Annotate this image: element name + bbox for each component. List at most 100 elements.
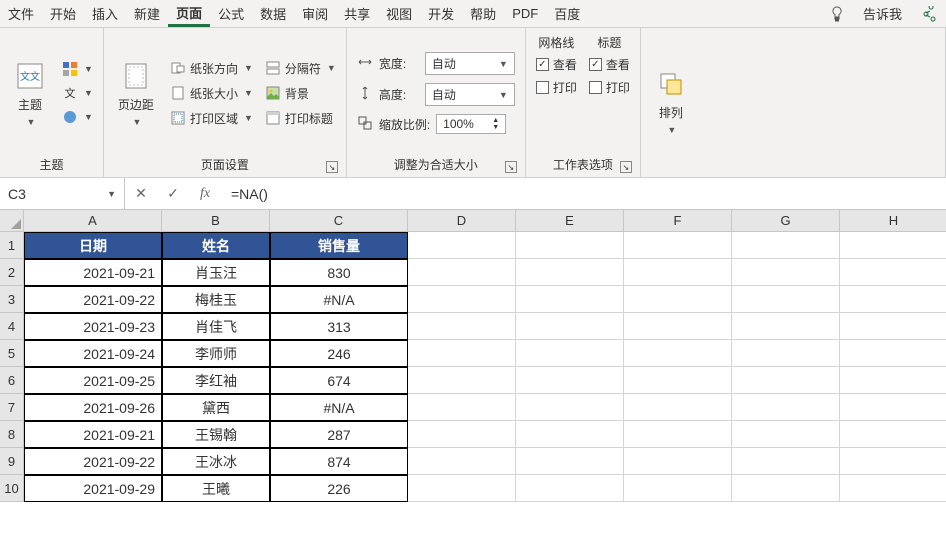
cell[interactable]: 王锡翰 (162, 421, 270, 448)
scale-spinner[interactable]: 100%▲▼ (436, 114, 506, 134)
menu-baidu[interactable]: 百度 (546, 0, 588, 27)
cell[interactable]: 2021-09-22 (24, 448, 162, 475)
menu-data[interactable]: 数据 (252, 0, 294, 27)
colors-button[interactable]: ▼ (58, 59, 97, 79)
cell[interactable]: 2021-09-23 (24, 313, 162, 340)
menu-developer[interactable]: 开发 (420, 0, 462, 27)
select-all-corner[interactable] (0, 210, 24, 232)
cell[interactable] (732, 286, 840, 313)
headings-view-checkbox[interactable]: ✓查看 (585, 53, 634, 76)
row-header[interactable]: 6 (0, 367, 24, 394)
cell[interactable] (624, 286, 732, 313)
cell[interactable] (732, 475, 840, 502)
menu-view[interactable]: 视图 (378, 0, 420, 27)
cell[interactable] (624, 340, 732, 367)
column-header[interactable]: F (624, 210, 732, 232)
size-button[interactable]: 纸张大小▼ (166, 83, 257, 104)
menu-help[interactable]: 帮助 (462, 0, 504, 27)
cell[interactable]: 销售量 (270, 232, 408, 259)
row-header[interactable]: 10 (0, 475, 24, 502)
row-header[interactable]: 8 (0, 421, 24, 448)
cell[interactable]: 王曦 (162, 475, 270, 502)
cell[interactable]: 313 (270, 313, 408, 340)
cell[interactable]: 李师师 (162, 340, 270, 367)
cell[interactable] (732, 367, 840, 394)
cell[interactable] (516, 313, 624, 340)
cell[interactable] (840, 232, 946, 259)
cell[interactable] (840, 340, 946, 367)
row-header[interactable]: 2 (0, 259, 24, 286)
cell[interactable]: #N/A (270, 394, 408, 421)
cell[interactable] (408, 259, 516, 286)
dialog-launcher-icon[interactable]: ↘ (326, 161, 338, 173)
cell[interactable]: 674 (270, 367, 408, 394)
cell[interactable] (408, 475, 516, 502)
row-header[interactable]: 1 (0, 232, 24, 259)
confirm-formula-button[interactable]: ✓ (157, 178, 189, 209)
cell[interactable] (624, 313, 732, 340)
cell[interactable] (840, 259, 946, 286)
cell[interactable] (624, 259, 732, 286)
cell[interactable] (732, 421, 840, 448)
cell[interactable] (408, 394, 516, 421)
cell[interactable] (408, 421, 516, 448)
insert-function-button[interactable]: fx (189, 178, 221, 209)
cell[interactable] (732, 259, 840, 286)
menu-page-layout[interactable]: 页面 (168, 0, 210, 27)
cell[interactable] (840, 367, 946, 394)
cell[interactable] (732, 232, 840, 259)
row-header[interactable]: 9 (0, 448, 24, 475)
cell[interactable] (408, 313, 516, 340)
margins-button[interactable]: 页边距 ▼ (110, 32, 162, 154)
cell[interactable]: 姓名 (162, 232, 270, 259)
column-header[interactable]: E (516, 210, 624, 232)
column-header[interactable]: H (840, 210, 946, 232)
cell[interactable] (840, 475, 946, 502)
print-area-button[interactable]: 打印区域▼ (166, 108, 257, 129)
column-header[interactable]: B (162, 210, 270, 232)
cell[interactable]: 226 (270, 475, 408, 502)
cancel-formula-button[interactable]: ✕ (125, 178, 157, 209)
cell[interactable]: 肖玉汪 (162, 259, 270, 286)
cell[interactable] (840, 286, 946, 313)
orientation-button[interactable]: 纸张方向▼ (166, 58, 257, 79)
cell[interactable]: 2021-09-29 (24, 475, 162, 502)
cell[interactable] (516, 475, 624, 502)
cell[interactable] (516, 394, 624, 421)
menu-file[interactable]: 文件 (0, 0, 42, 27)
width-combo[interactable]: 自动▼ (425, 52, 515, 75)
breaks-button[interactable]: 分隔符▼ (261, 58, 340, 79)
cell[interactable]: 梅桂玉 (162, 286, 270, 313)
cell[interactable] (516, 448, 624, 475)
row-header[interactable]: 4 (0, 313, 24, 340)
cell[interactable] (624, 232, 732, 259)
cell[interactable] (732, 448, 840, 475)
cell[interactable] (408, 232, 516, 259)
cell[interactable]: 2021-09-21 (24, 421, 162, 448)
tell-me[interactable]: 告诉我 (855, 0, 910, 27)
cell[interactable]: 2021-09-24 (24, 340, 162, 367)
cell[interactable]: 2021-09-26 (24, 394, 162, 421)
cell[interactable]: 王冰冰 (162, 448, 270, 475)
cell[interactable] (840, 421, 946, 448)
cell[interactable] (732, 340, 840, 367)
cell[interactable] (516, 367, 624, 394)
row-header[interactable]: 3 (0, 286, 24, 313)
cell[interactable] (516, 340, 624, 367)
cell[interactable]: 日期 (24, 232, 162, 259)
share-icon[interactable] (910, 0, 946, 27)
column-header[interactable]: A (24, 210, 162, 232)
cell[interactable]: 肖佳飞 (162, 313, 270, 340)
cell[interactable] (624, 475, 732, 502)
formula-input[interactable]: =NA() (221, 182, 946, 206)
cell[interactable] (624, 367, 732, 394)
cell[interactable] (516, 232, 624, 259)
cell[interactable] (840, 313, 946, 340)
cell[interactable]: 黛西 (162, 394, 270, 421)
menu-pdf[interactable]: PDF (504, 0, 546, 27)
effects-button[interactable]: ▼ (58, 107, 97, 127)
name-box[interactable]: C3▼ (0, 178, 125, 209)
cell[interactable] (840, 394, 946, 421)
arrange-button[interactable]: 排列 ▼ (647, 32, 695, 171)
column-header[interactable]: G (732, 210, 840, 232)
